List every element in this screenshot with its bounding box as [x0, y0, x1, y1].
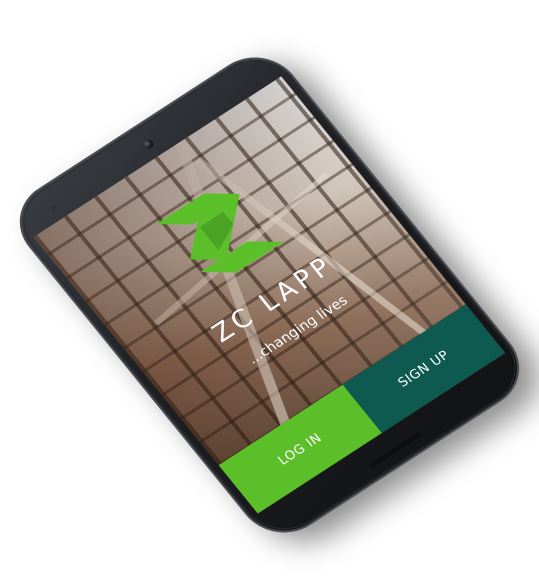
phone-device: ZC LAPP ...changing lives LOG IN SIGN UP: [1, 41, 538, 549]
app-screen: ZC LAPP ...changing lives LOG IN SIGN UP: [33, 76, 506, 514]
